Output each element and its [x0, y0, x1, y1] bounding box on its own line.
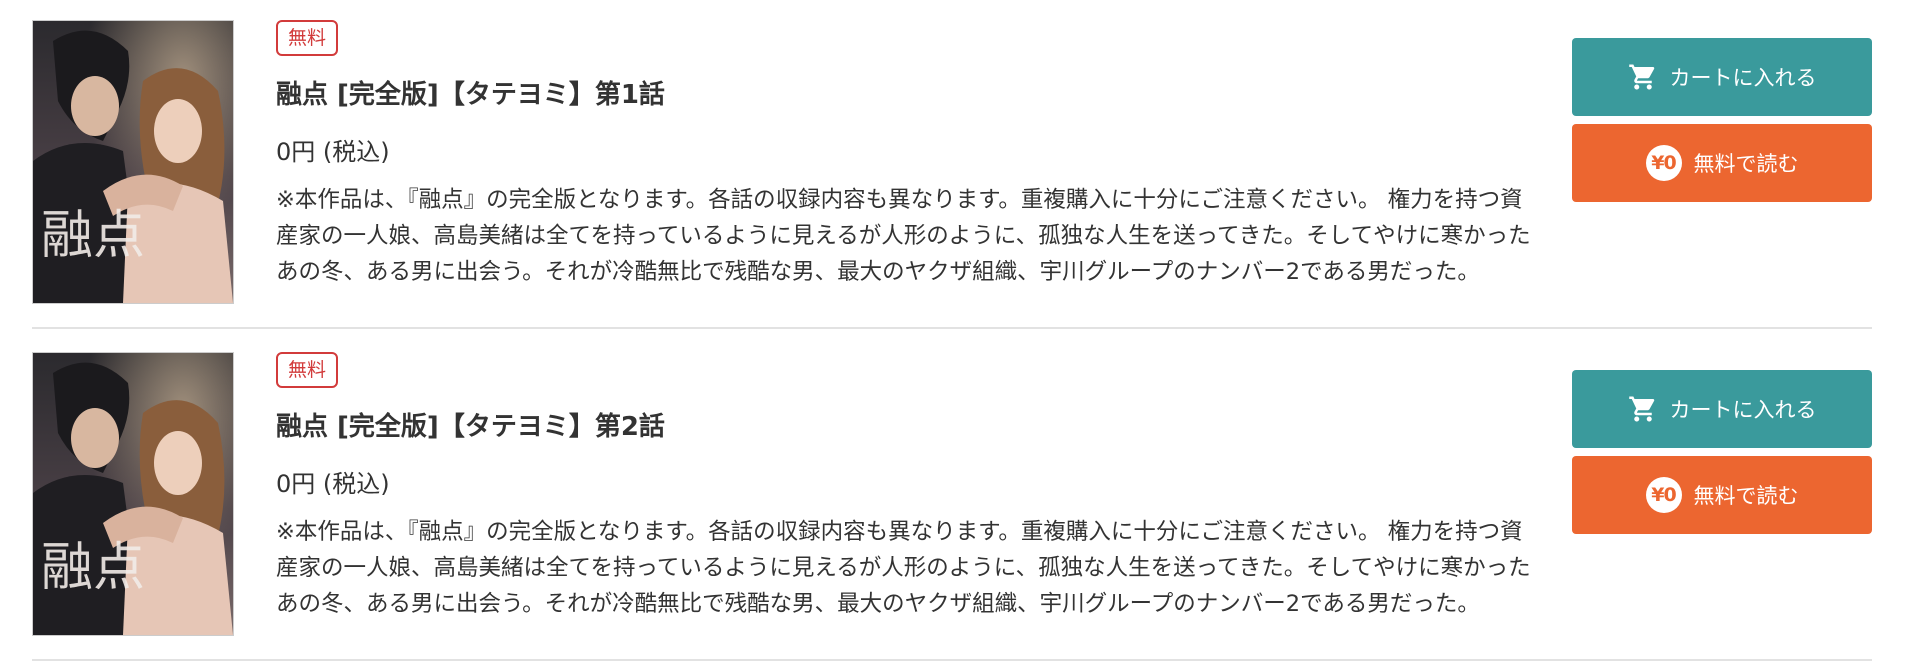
cover-title-art: 融点	[41, 206, 145, 266]
price: 0円 (税込)	[276, 470, 390, 498]
free-badge: 無料	[276, 352, 339, 388]
divider	[32, 327, 1872, 329]
cart-icon	[1628, 64, 1654, 90]
add-to-cart-button[interactable]: カートに入れる	[1572, 370, 1872, 448]
read-free-button[interactable]: ¥0 無料で読む	[1572, 124, 1872, 202]
add-to-cart-button[interactable]: カートに入れる	[1572, 38, 1872, 116]
add-to-cart-label: カートに入れる	[1669, 398, 1817, 422]
yen-zero-icon: ¥0	[1645, 145, 1682, 181]
divider	[32, 659, 1872, 661]
read-free-label: 無料で読む	[1693, 152, 1799, 176]
description: ※本作品は、『融点』の完全版となります。各話の収録内容も異なります。重複購入に十…	[276, 187, 1531, 285]
episode-item: 融点 無料 融点 [完全版]【タテヨミ】第1話 0円 (税込) ※本作品は、『融…	[32, 20, 1872, 318]
price: 0円 (税込)	[276, 138, 390, 166]
episode-title[interactable]: 融点 [完全版]【タテヨミ】第2話	[276, 410, 665, 444]
read-free-label: 無料で読む	[1693, 484, 1799, 508]
free-badge: 無料	[276, 20, 339, 56]
episode-item: 融点 無料 融点 [完全版]【タテヨミ】第2話 0円 (税込) ※本作品は、『融…	[32, 352, 1872, 650]
cover-art: 融点	[33, 353, 233, 635]
episode-list: 融点 無料 融点 [完全版]【タテヨミ】第1話 0円 (税込) ※本作品は、『融…	[0, 0, 1906, 670]
cover-title-art: 融点	[41, 538, 145, 598]
read-free-button[interactable]: ¥0 無料で読む	[1572, 456, 1872, 534]
cover-image[interactable]: 融点	[32, 20, 234, 304]
cover-art: 融点	[33, 21, 233, 303]
yen-zero-icon: ¥0	[1645, 477, 1682, 513]
add-to-cart-label: カートに入れる	[1669, 66, 1817, 90]
cover-image[interactable]: 融点	[32, 352, 234, 636]
description: ※本作品は、『融点』の完全版となります。各話の収録内容も異なります。重複購入に十…	[276, 519, 1531, 617]
cart-icon	[1628, 396, 1654, 422]
episode-title[interactable]: 融点 [完全版]【タテヨミ】第1話	[276, 78, 665, 112]
